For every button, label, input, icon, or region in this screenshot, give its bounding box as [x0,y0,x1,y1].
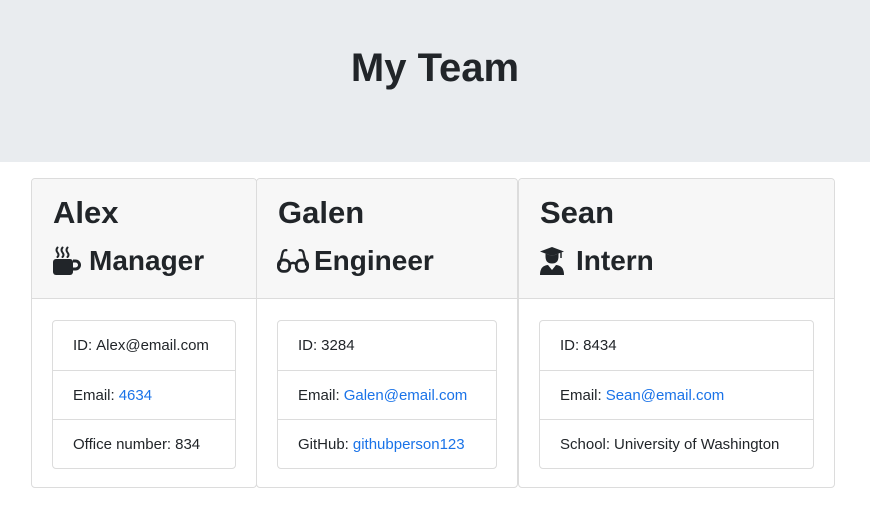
info-list: ID: 3284 Email: Galen@email.com GitHub: … [277,320,497,469]
email-link[interactable]: 4634 [119,387,152,404]
id-value: 8434 [583,337,617,354]
id-value: Alex@email.com [96,337,209,354]
employee-name: Galen [278,195,365,230]
info-list: ID: 8434 Email: Sean@email.com School: U… [539,320,814,469]
glasses-icon [277,246,309,276]
office-number-value: 834 [175,435,201,453]
employee-card-engineer: Galen Engineer ID: 3284 Email: Galen@ema… [256,178,518,488]
card-header: Galen Engineer [257,179,517,299]
role-label: Intern [576,245,654,276]
employee-name: Alex [53,195,119,230]
coffee-mug-icon [52,246,84,276]
role-label: Engineer [314,245,434,276]
email-link[interactable]: Galen@email.com [344,387,468,404]
email-label: Email: [73,386,115,404]
office-number-item: Office number: 834 [53,419,235,468]
employee-id-item: ID: Alex@email.com [53,321,235,370]
email-label: Email: [560,386,602,404]
email-link[interactable]: Sean@email.com [606,387,725,404]
github-link[interactable]: githubperson123 [353,436,465,453]
role-label: Manager [89,245,205,276]
id-label: ID: [73,337,93,354]
employee-name: Sean [540,195,615,230]
employee-card-intern: Sean Intern ID: 8434 Email: Sean@email.c… [518,178,835,488]
card-header: Sean Intern [519,179,834,299]
team-header: My Team [0,0,870,162]
employee-role: Intern [539,243,654,279]
employee-email-item: Email: 4634 [53,370,235,419]
github-item: GitHub: githubperson123 [278,419,496,468]
school-value: University of Washington [614,435,780,453]
employee-email-item: Email: Sean@email.com [540,370,813,419]
card-header: Alex Manager [32,179,256,299]
github-label: GitHub: [298,435,349,453]
office-number-label: Office number: [73,435,172,453]
employee-id-item: ID: 8434 [540,321,813,370]
info-list: ID: Alex@email.com Email: 4634 Office nu… [52,320,236,469]
employee-role: Manager [52,243,204,279]
employee-card-manager: Alex Manager ID: Alex@email.com Email: 4… [31,178,257,488]
id-label: ID: [560,337,580,354]
employee-role: Engineer [277,243,434,279]
school-item: School: University of Washington [540,419,813,468]
id-label: ID: [298,337,318,354]
page-title: My Team [350,46,520,90]
employee-id-item: ID: 3284 [278,321,496,370]
employee-email-item: Email: Galen@email.com [278,370,496,419]
graduate-icon [539,246,571,276]
school-label: School: [560,435,611,453]
email-label: Email: [298,386,340,404]
id-value: 3284 [321,337,355,354]
